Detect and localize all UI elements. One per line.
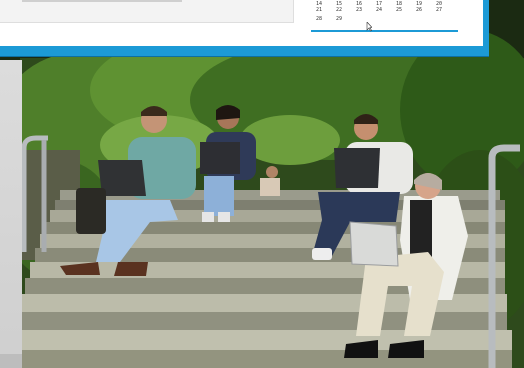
calendar-day[interactable]: 22 [331, 6, 347, 15]
app-window: 14 15 16 17 18 19 20 21 22 23 24 25 26 2… [0, 0, 489, 57]
calendar-day[interactable]: 26 [411, 6, 427, 15]
calendar-row: 21 22 23 24 25 26 27 [311, 6, 458, 15]
document-card [0, 0, 294, 23]
left-panel-edge [0, 60, 22, 368]
left-panel-footer [0, 354, 22, 368]
calendar-day[interactable]: 25 [391, 6, 407, 15]
calendar-day[interactable]: 28 [311, 15, 327, 24]
calendar-widget[interactable]: 14 15 16 17 18 19 20 21 22 23 24 25 26 2… [311, 0, 458, 32]
window-content: 14 15 16 17 18 19 20 21 22 23 24 25 26 2… [0, 0, 483, 46]
calendar-day[interactable]: 27 [431, 6, 447, 15]
calendar-day[interactable]: 23 [351, 6, 367, 15]
calendar-day[interactable]: 24 [371, 6, 387, 15]
calendar-day[interactable]: 29 [331, 15, 347, 24]
document-line [22, 0, 182, 2]
mouse-cursor-icon [366, 22, 372, 32]
calendar-day[interactable]: 21 [311, 6, 327, 15]
calendar-row: 28 29 [311, 15, 458, 24]
